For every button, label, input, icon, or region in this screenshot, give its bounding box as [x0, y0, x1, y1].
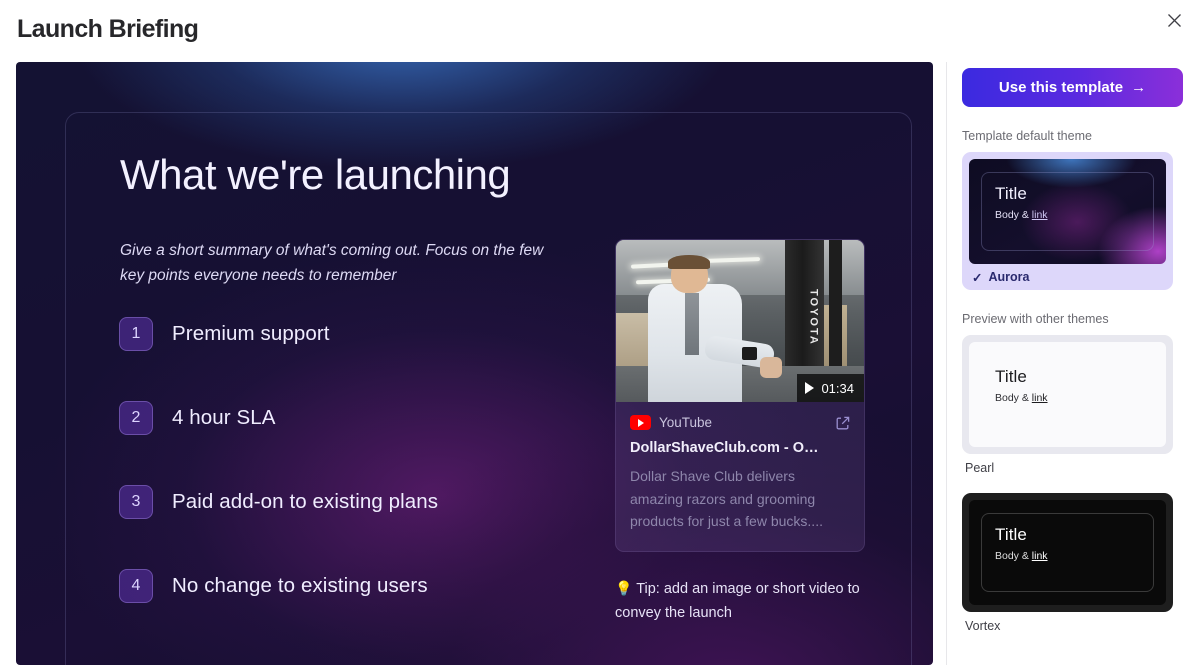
- close-glyph: [1167, 13, 1181, 27]
- thumbnail-toyota-text: TOYOTA: [807, 288, 820, 346]
- slide-preview[interactable]: What we're launching Give a short summar…: [16, 62, 933, 665]
- lightbulb-icon: 💡: [615, 580, 633, 597]
- embed-description: Dollar Shave Club delivers amazing razor…: [630, 468, 823, 530]
- tip-text: 💡 Tip: add an image or short video to co…: [615, 577, 863, 626]
- embed-source-row: YouTube: [630, 415, 850, 430]
- theme-mini-body-prefix: Body &: [995, 209, 1032, 221]
- theme-mini-body-link[interactable]: link: [1032, 550, 1048, 562]
- slide-media-column: TOYOTA 01:34 YouTube DollarShaveClub.com…: [615, 239, 865, 626]
- play-icon: [805, 382, 815, 394]
- list-item: 3 Paid add-on to existing plans: [119, 483, 589, 521]
- video-duration-badge: 01:34: [797, 374, 864, 402]
- use-this-template-button[interactable]: Use this template →: [962, 68, 1183, 107]
- theme-thumbnail-aurora: Title Body & link: [969, 159, 1166, 264]
- point-number-badge: 4: [119, 569, 153, 603]
- youtube-icon: [630, 415, 651, 430]
- embed-details: YouTube DollarShaveClub.com - O… Dollar …: [616, 402, 864, 551]
- panel-divider: [946, 62, 947, 665]
- theme-name-label-pearl: Pearl: [965, 461, 995, 475]
- thumbnail-forklift-mast: [829, 240, 842, 380]
- other-themes-heading: Preview with other themes: [962, 312, 1109, 326]
- youtube-embed-card[interactable]: TOYOTA 01:34 YouTube DollarShaveClub.com…: [615, 239, 865, 553]
- template-side-panel: Use this template → Template default the…: [955, 62, 1200, 665]
- embed-title: DollarShaveClub.com - O…: [630, 440, 819, 456]
- list-item: 4 No change to existing users: [119, 567, 589, 605]
- arrow-right-icon: →: [1131, 79, 1147, 96]
- point-label: 4 hour SLA: [172, 406, 276, 429]
- close-icon[interactable]: [1160, 6, 1188, 34]
- theme-mini-body: Body & link: [995, 392, 1153, 404]
- tip-label: Tip: add an image or short video to conv…: [615, 581, 860, 622]
- thumbnail-person-tie: [685, 293, 700, 355]
- theme-option-pearl[interactable]: Title Body & link: [962, 335, 1173, 454]
- dialog-header: Launch Briefing: [0, 0, 1200, 62]
- list-item: 2 4 hour SLA: [119, 399, 589, 437]
- theme-mini-body-prefix: Body &: [995, 550, 1032, 562]
- theme-thumbnail-vortex: Title Body & link: [969, 500, 1166, 605]
- theme-name-label-vortex: Vortex: [965, 619, 1001, 633]
- theme-mini-body: Body & link: [995, 209, 1153, 221]
- video-thumbnail[interactable]: TOYOTA 01:34: [616, 240, 864, 402]
- embed-source-label: YouTube: [659, 415, 713, 430]
- default-theme-heading: Template default theme: [962, 129, 1092, 143]
- slide-points-list: 1 Premium support 2 4 hour SLA 3 Paid ad…: [119, 315, 589, 651]
- theme-mini-frame: Title Body & link: [981, 513, 1154, 592]
- theme-mini-title: Title: [995, 184, 1027, 203]
- external-link-icon[interactable]: [836, 416, 850, 430]
- slide-heading: What we're launching: [120, 151, 511, 198]
- theme-name-row-aurora: ✓ Aurora: [969, 264, 1166, 290]
- theme-name-label: Aurora: [988, 270, 1030, 284]
- theme-mini-body-link[interactable]: link: [1032, 392, 1048, 404]
- point-label: Paid add-on to existing plans: [172, 490, 439, 513]
- dialog-body: What we're launching Give a short summar…: [0, 62, 1200, 665]
- check-icon: ✓: [972, 270, 983, 285]
- list-item: 1 Premium support: [119, 315, 589, 353]
- theme-mini-title: Title: [995, 525, 1027, 544]
- slide-subtitle: Give a short summary of what's coming ou…: [120, 242, 544, 285]
- theme-mini-frame: Title Body & link: [981, 355, 1154, 434]
- thumbnail-person-hair: [668, 254, 711, 270]
- theme-option-vortex[interactable]: Title Body & link: [962, 493, 1173, 612]
- point-number-badge: 3: [119, 485, 153, 519]
- theme-option-aurora[interactable]: Title Body & link ✓ Aurora: [962, 152, 1173, 290]
- theme-mini-frame: Title Body & link: [981, 172, 1154, 251]
- theme-mini-body: Body & link: [995, 550, 1153, 562]
- use-template-label: Use this template: [998, 79, 1124, 96]
- point-label: No change to existing users: [172, 574, 428, 597]
- point-label: Premium support: [172, 322, 330, 345]
- point-number-badge: 1: [119, 317, 153, 351]
- theme-mini-body-prefix: Body &: [995, 392, 1032, 404]
- thumbnail-person-watch: [742, 346, 758, 360]
- theme-mini-title: Title: [995, 367, 1027, 386]
- point-number-badge: 2: [119, 401, 153, 435]
- thumbnail-person-hand: [759, 356, 783, 378]
- theme-thumbnail-pearl: Title Body & link: [969, 342, 1166, 447]
- page-title: Launch Briefing: [17, 15, 199, 43]
- video-duration-label: 01:34: [821, 380, 854, 396]
- theme-mini-body-link[interactable]: link: [1032, 209, 1048, 221]
